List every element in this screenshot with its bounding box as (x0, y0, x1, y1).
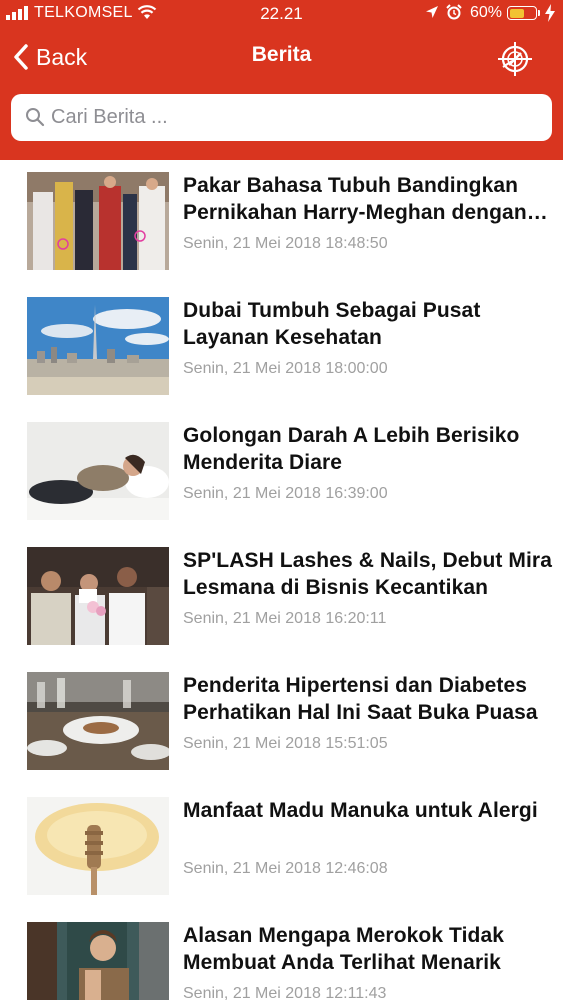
royal-wedding-image (27, 172, 169, 270)
news-date: Senin, 21 Mei 2018 16:20:11 (183, 610, 387, 627)
man-smoking-image (27, 922, 169, 1000)
battery-percentage: 60% (470, 4, 503, 21)
news-item[interactable]: Golongan Darah A Lebih Berisiko Menderit… (0, 410, 563, 535)
dining-table-image (27, 672, 169, 770)
battery-icon (507, 6, 537, 20)
app-header: TELKOMSEL 22.21 60% Back Berita Cari Ber… (0, 0, 563, 160)
news-item[interactable]: Alasan Mengapa Merokok Tidak Membuat And… (0, 910, 563, 1000)
news-item[interactable]: SP'LASH Lashes & Nails, Debut Mira Lesma… (0, 535, 563, 660)
news-title: Penderita Hipertensi dan Diabetes Perhat… (183, 674, 538, 724)
news-date: Senin, 21 Mei 2018 12:46:08 (183, 860, 388, 877)
alarm-clock-icon (446, 4, 462, 20)
news-item[interactable]: Manfaat Madu Manuka untuk Alergi Senin, … (0, 785, 563, 910)
news-item[interactable]: Dubai Tumbuh Sebagai Pusat Layanan Keseh… (0, 285, 563, 410)
news-item[interactable]: Penderita Hipertensi dan Diabetes Perhat… (0, 660, 563, 785)
news-date: Senin, 21 Mei 2018 12:11:43 (183, 985, 387, 1000)
news-title: Manfaat Madu Manuka untuk Alergi (183, 799, 538, 822)
salon-launch-image (27, 547, 169, 645)
news-item[interactable]: Pakar Bahasa Tubuh Bandingkan Pernikahan… (0, 160, 563, 285)
navigation-bar: Back Berita (0, 30, 563, 86)
search-bar[interactable] (11, 94, 552, 141)
news-date: Senin, 21 Mei 2018 18:00:00 (183, 360, 388, 377)
charging-bolt-icon (545, 4, 555, 22)
news-title: Pakar Bahasa Tubuh Bandingkan Pernikahan… (183, 174, 527, 224)
honey-dipper-image (27, 797, 169, 895)
search-icon (26, 108, 45, 127)
news-date: Senin, 21 Mei 2018 16:39:00 (183, 485, 388, 502)
news-title: SP'LASH Lashes & Nails, Debut Mira Lesma… (183, 549, 552, 599)
news-title: Dubai Tumbuh Sebagai Pusat Layanan Keseh… (183, 299, 481, 349)
dubai-skyline-image (27, 297, 169, 395)
battery-level-fill (509, 8, 524, 18)
location-arrow-icon (426, 6, 438, 18)
compass-logo-icon[interactable] (495, 40, 535, 78)
battery-tip (538, 10, 540, 16)
news-title: Golongan Darah A Lebih Berisiko Menderit… (183, 424, 520, 474)
search-input[interactable] (51, 94, 541, 141)
news-date: Senin, 21 Mei 2018 15:51:05 (183, 735, 388, 752)
page-title: Berita (251, 43, 312, 66)
status-bar: TELKOMSEL 22.21 60% (0, 0, 563, 28)
news-title: Alasan Mengapa Merokok Tidak Membuat And… (183, 924, 505, 974)
news-date: Senin, 21 Mei 2018 18:48:50 (183, 235, 388, 252)
woman-lying-image (27, 422, 169, 520)
news-list: Pakar Bahasa Tubuh Bandingkan Pernikahan… (0, 160, 563, 1000)
